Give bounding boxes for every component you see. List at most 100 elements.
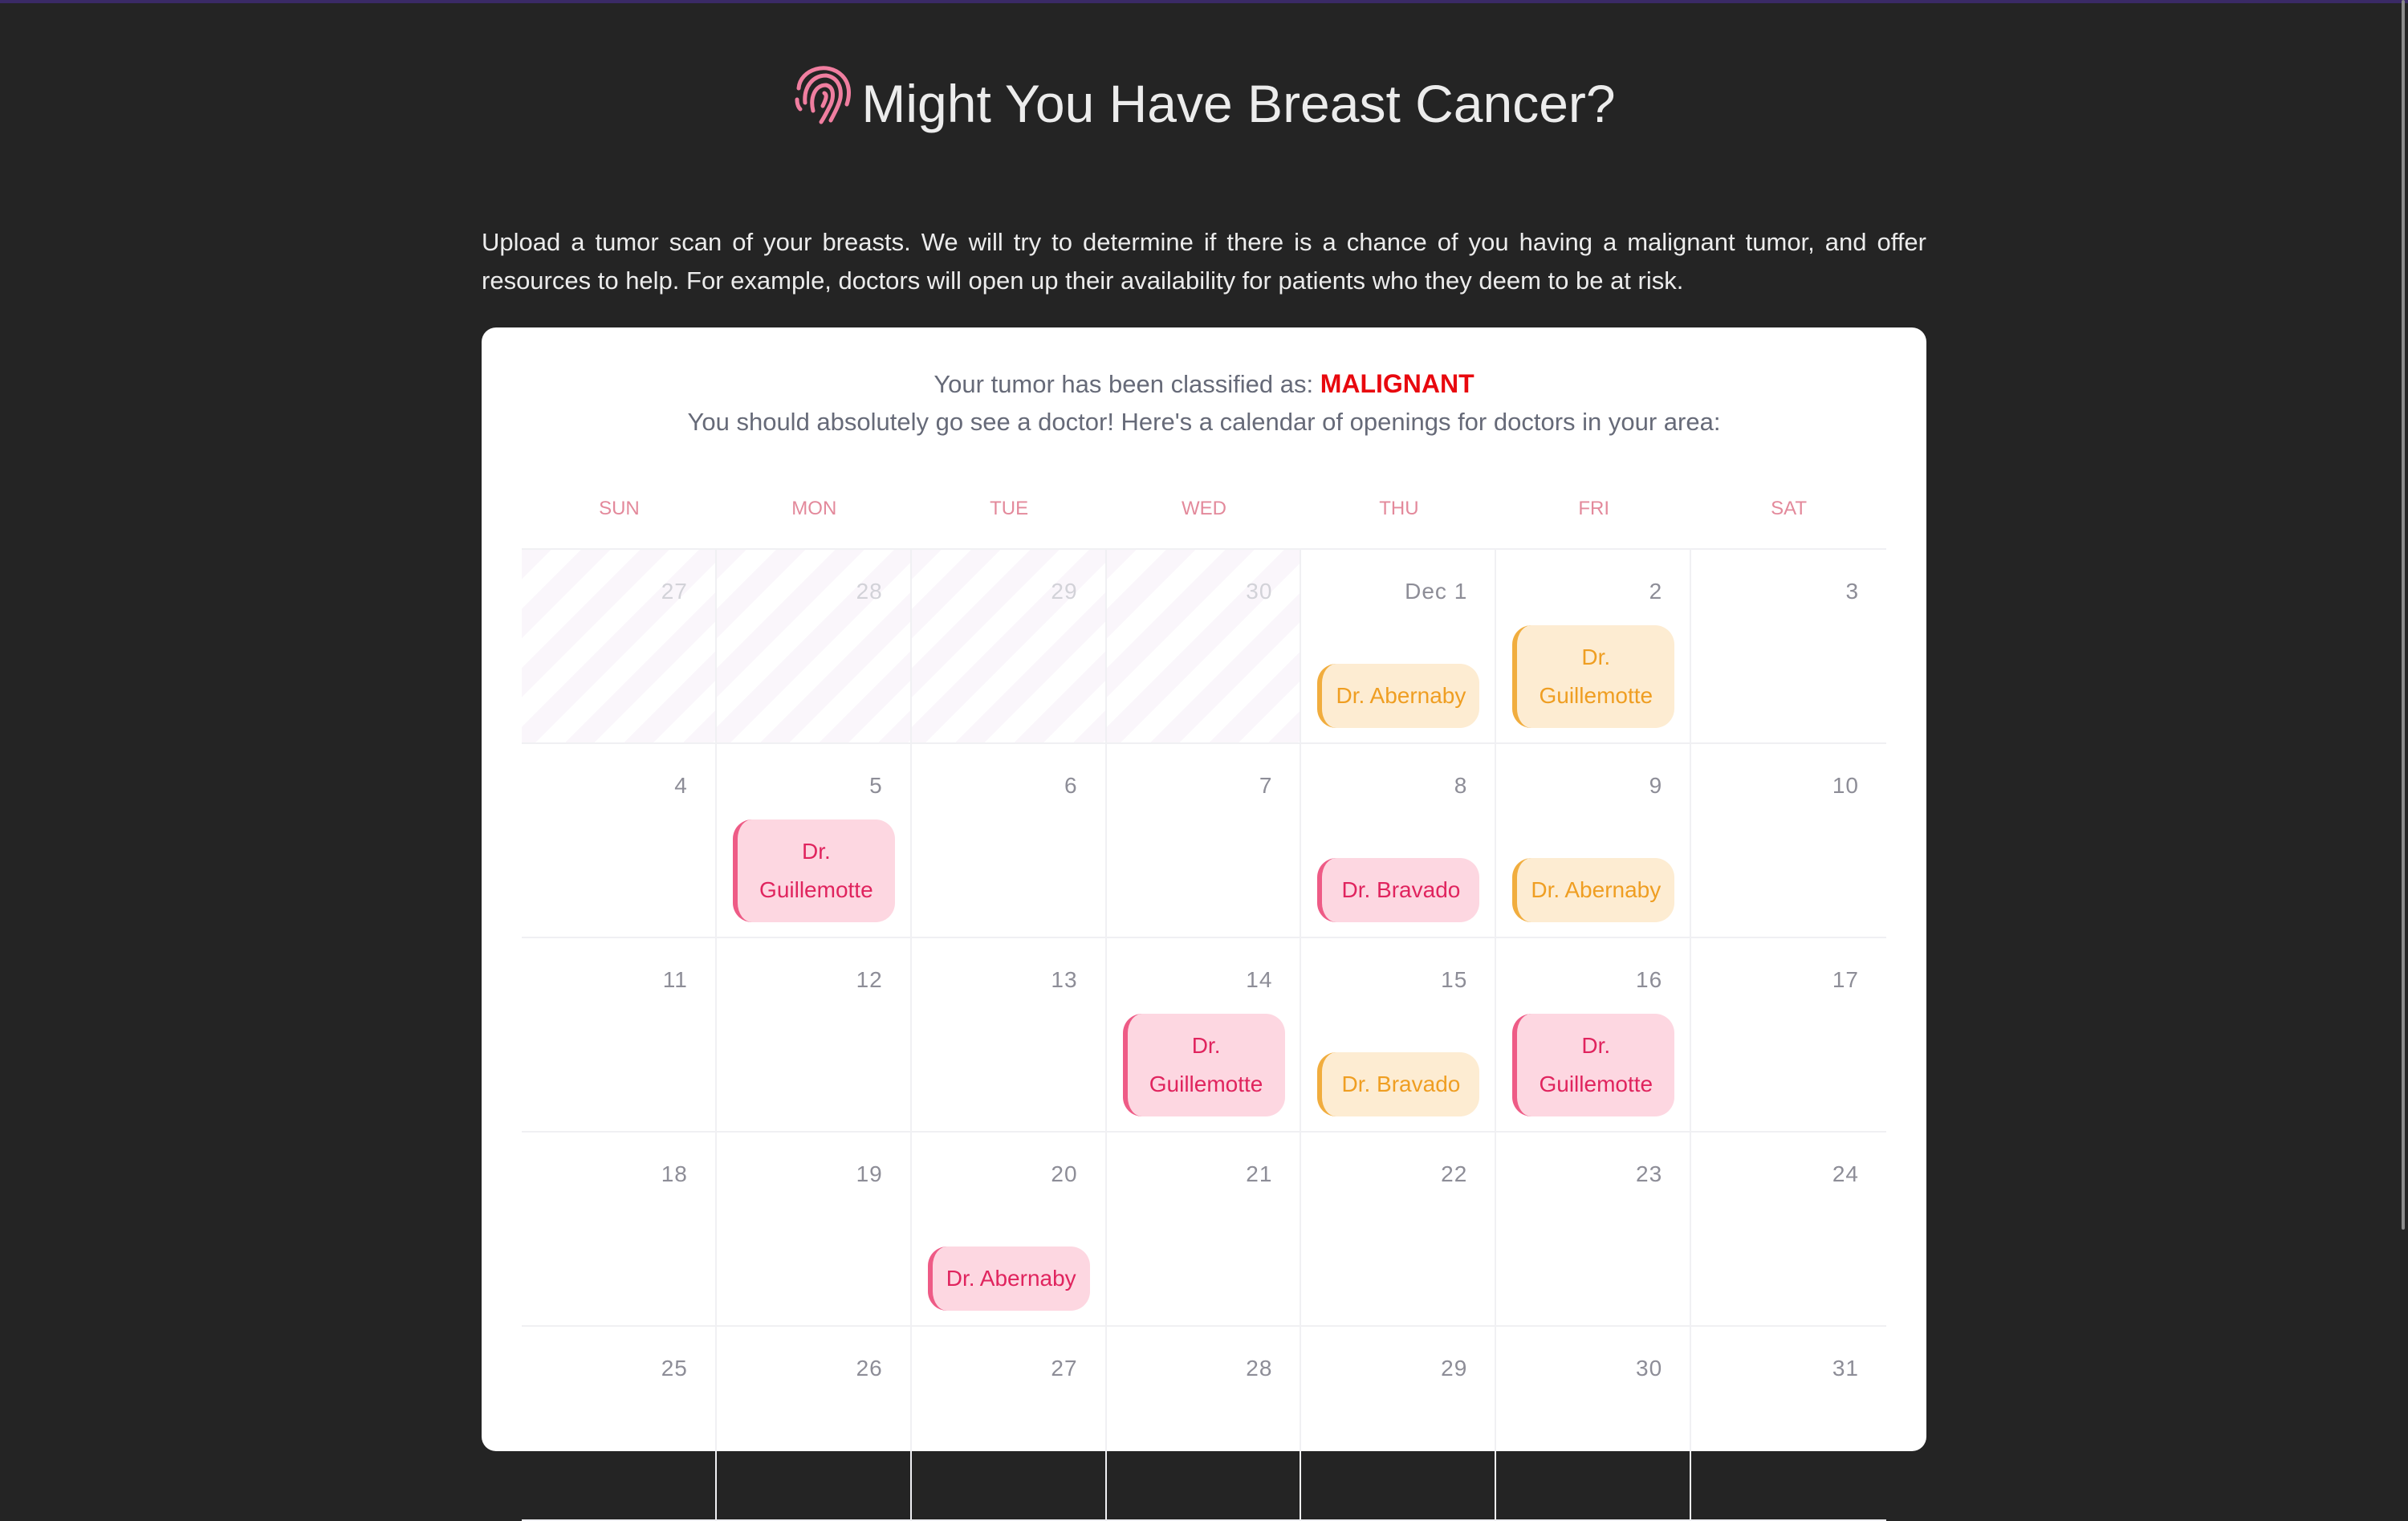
day-number: 9 [1649,773,1663,798]
calendar-day[interactable]: 5 Dr. Guillemotte [717,744,912,937]
day-number: 29 [1441,1356,1468,1381]
calendar-day[interactable]: 9 Dr. Abernaby [1496,744,1692,937]
day-number: 30 [1246,579,1273,604]
calendar-day[interactable]: 19 [717,1133,912,1325]
day-number: 28 [856,579,883,604]
classification-line: Your tumor has been classified as: MALIG… [482,369,1926,399]
calendar-week: 4 5 Dr. Guillemotte 6 7 8 Dr. Bravado 9 Dr. Aber… [522,744,1886,938]
day-number: 7 [1259,773,1273,798]
appointment-slot[interactable]: Dr. Guillemotte [732,819,895,922]
calendar-day-past[interactable]: 27 [522,550,717,742]
day-number: 2 [1649,579,1663,604]
calendar-day[interactable]: 27 [912,1327,1107,1519]
weekday-label: MON [791,498,837,519]
day-number: 17 [1832,967,1860,992]
calendar-day[interactable]: 6 [912,744,1107,937]
calendar-week: 11 12 13 14 Dr. Guillemotte 15 Dr. Bravado 16 Dr… [522,938,1886,1133]
day-number: 10 [1832,773,1860,798]
day-number: 27 [661,579,688,604]
calendar-day[interactable]: 12 [717,938,912,1131]
appointment-slot[interactable]: Dr. Guillemotte [1512,625,1675,728]
day-number: 20 [1051,1161,1078,1186]
calendar-week: 25 26 27 28 29 30 31 [522,1327,1886,1521]
calendar-day[interactable]: 25 [522,1327,717,1519]
appointment-slot[interactable]: Dr. Abernaby [1512,858,1675,922]
calendar-day[interactable]: 22 [1301,1133,1497,1325]
weekday-label: FRI [1578,498,1610,519]
appointment-slot[interactable]: Dr. Abernaby [1317,664,1480,728]
day-number: 23 [1636,1161,1663,1186]
classification-prefix: Your tumor has been classified as: [934,370,1320,398]
calendar-day[interactable]: 26 [717,1327,912,1519]
calendar-day[interactable]: 28 [1107,1327,1302,1519]
page-title: Might You Have Breast Cancer? [861,74,1616,133]
day-number: 30 [1636,1356,1663,1381]
day-number: 5 [869,773,883,798]
day-number: 24 [1832,1161,1860,1186]
doctor-advice: You should absolutely go see a doctor! H… [687,408,1721,436]
calendar-day-past[interactable]: 30 [1106,550,1302,742]
calendar-day[interactable]: 2 Dr. Guillemotte [1496,550,1692,742]
day-number: 28 [1246,1356,1273,1381]
fingerprint-icon [795,66,852,124]
day-number: 16 [1636,967,1663,992]
calendar-day[interactable]: 7 [1107,744,1302,937]
day-number: 3 [1845,579,1860,604]
day-number: 21 [1246,1161,1273,1186]
weekday-label: THU [1379,498,1419,519]
day-number: 13 [1051,967,1078,992]
window-top-bar [0,0,2408,3]
day-number: 22 [1441,1161,1468,1186]
day-number: 31 [1832,1356,1860,1381]
day-number: 8 [1454,773,1468,798]
appointment-slot[interactable]: Dr. Bravado [1317,858,1480,922]
calendar-day[interactable]: 11 [522,938,717,1131]
page-scrollbar[interactable] [2402,0,2405,1230]
header-inner: Might You Have Breast Cancer? [792,66,1616,133]
calendar-day[interactable]: 17 [1691,938,1886,1131]
appointment-slot[interactable]: Dr. Guillemotte [1512,1014,1675,1116]
day-number: 4 [674,773,688,798]
appointment-slot[interactable]: Dr. Guillemotte [1122,1014,1285,1116]
calendar-day[interactable]: 8 Dr. Bravado [1301,744,1497,937]
day-number: 18 [661,1161,688,1186]
calendar-day[interactable]: 21 [1107,1133,1302,1325]
day-number: 19 [856,1161,883,1186]
day-number: 12 [856,967,883,992]
calendar-day[interactable]: 23 [1496,1133,1692,1325]
calendar-day-past[interactable]: 29 [911,550,1107,742]
calendar-grid: 27 28 29 30 Dec 1 Dr. Abernaby 2 Dr. Guillemott… [522,548,1886,1521]
calendar-day[interactable]: 4 [522,744,717,937]
day-number: 26 [856,1356,883,1381]
calendar-day[interactable]: 10 [1691,744,1886,937]
calendar-day-past[interactable]: 28 [716,550,912,742]
appointment-slot[interactable]: Dr. Bravado [1317,1052,1480,1116]
weekday-label: SUN [599,498,640,519]
calendar-day[interactable]: 29 [1301,1327,1497,1519]
calendar-day[interactable]: 18 [522,1133,717,1325]
weekday-label: WED [1182,498,1226,519]
classification-result: MALIGNANT [1320,369,1474,398]
calendar-weekday-header: SUN MON TUE WED THU FRI SAT [522,498,1886,520]
calendar-day[interactable]: 24 [1691,1133,1886,1325]
day-number: 25 [661,1356,688,1381]
day-number: 14 [1246,967,1273,992]
page-header: Might You Have Breast Cancer? [0,66,2408,133]
intro-text: Upload a tumor scan of your breasts. We … [482,228,1926,295]
calendar-week: 27 28 29 30 Dec 1 Dr. Abernaby 2 Dr. Guillemott… [522,550,1886,744]
weekday-label: TUE [990,498,1029,519]
calendar-day[interactable]: 14 Dr. Guillemotte [1107,938,1302,1131]
calendar-day[interactable]: 13 [912,938,1107,1131]
appointment-slot[interactable]: Dr. Abernaby [927,1246,1090,1311]
calendar-day[interactable]: 30 [1496,1327,1692,1519]
calendar-day[interactable]: 15 Dr. Bravado [1301,938,1497,1131]
calendar-day[interactable]: 16 Dr. Guillemotte [1496,938,1692,1131]
calendar-day[interactable]: Dec 1 Dr. Abernaby [1301,550,1497,742]
day-number: 29 [1051,579,1078,604]
calendar-day[interactable]: 20 Dr. Abernaby [912,1133,1107,1325]
day-number: 27 [1051,1356,1078,1381]
calendar-day[interactable]: 3 [1691,550,1886,742]
calendar-day[interactable]: 31 [1691,1327,1886,1519]
day-number: 15 [1441,967,1468,992]
day-number: 6 [1064,773,1078,798]
